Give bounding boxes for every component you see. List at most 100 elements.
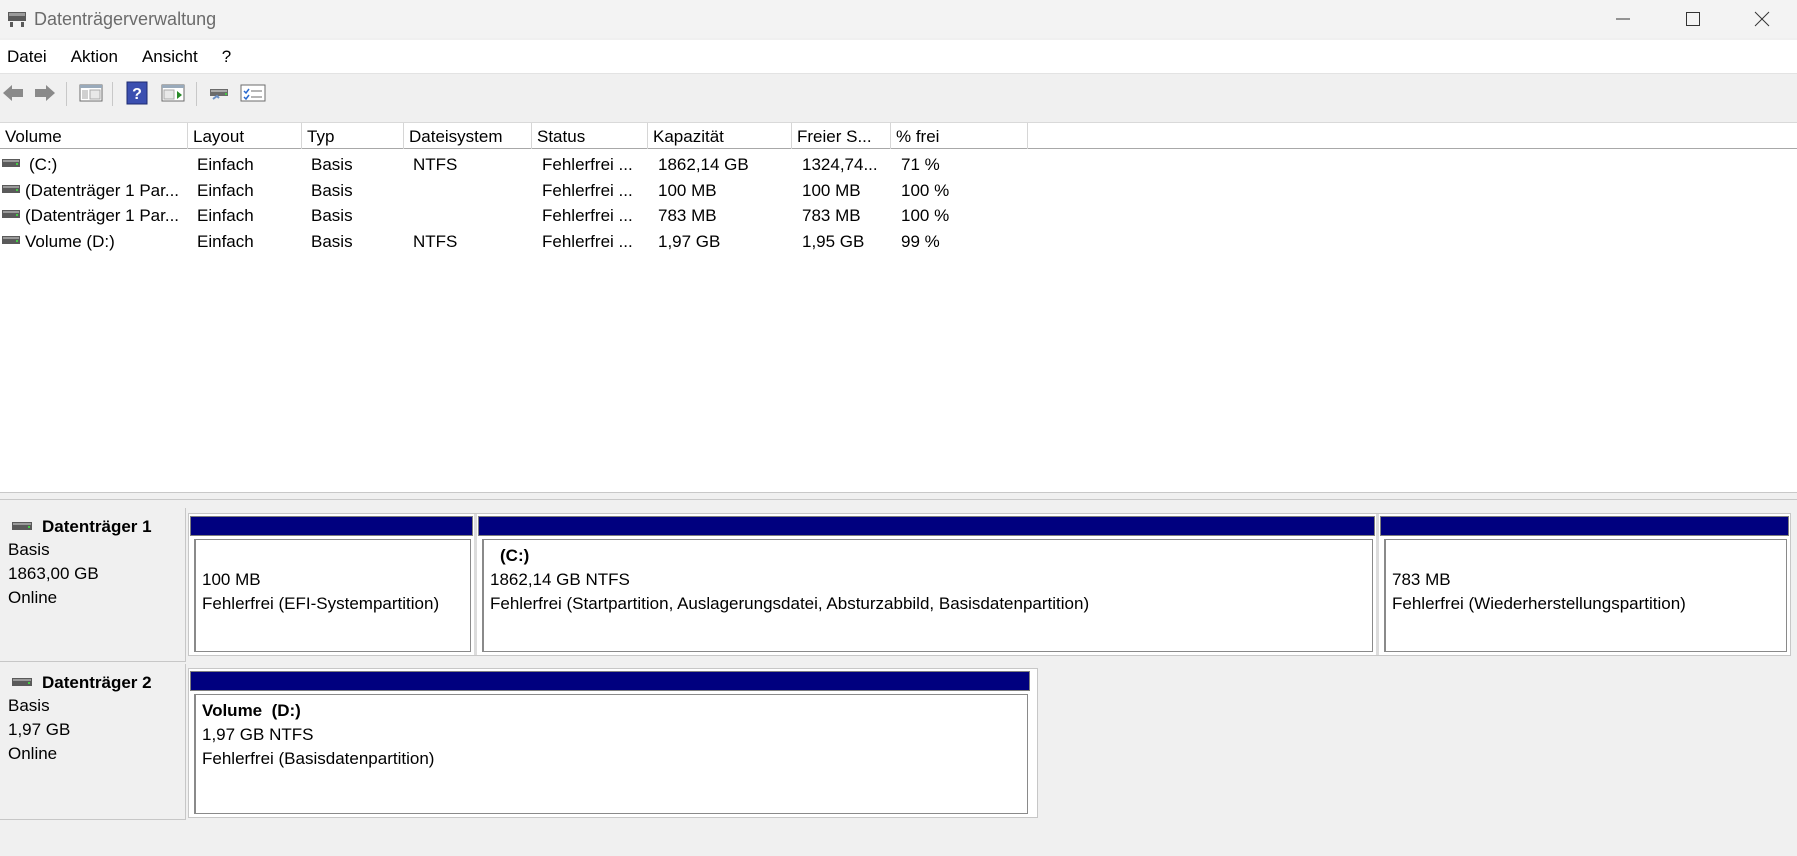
properties-icon (240, 84, 266, 102)
cell-typ: Basis (311, 155, 353, 174)
svg-text:?: ? (132, 86, 142, 103)
partition-box: (C:) 1862,14 GB NTFS Fehlerfrei (Startpa… (482, 539, 1373, 652)
disk-2-name: Datenträger 2 (8, 672, 185, 694)
partition-size: 100 MB (202, 570, 261, 589)
partition-box: Volume (D:) 1,97 GB NTFS Fehlerfrei (Bas… (194, 694, 1028, 814)
disk-1-name: Datenträger 1 (8, 516, 185, 538)
column-header-kapazitaet[interactable]: Kapazität (648, 123, 792, 149)
cell-prozent-frei: 99 % (901, 232, 940, 251)
cell-kapazitaet: 100 MB (658, 181, 717, 200)
table-row[interactable]: (C:) Einfach Basis NTFS Fehlerfrei ... 1… (0, 152, 1797, 177)
column-header-volume[interactable]: Volume (0, 123, 188, 149)
cell-status: Fehlerfrei ... (542, 206, 633, 225)
partition-size: 783 MB (1392, 570, 1451, 589)
cell-typ: Basis (311, 181, 353, 200)
partition-status: Fehlerfrei (Startpartition, Auslagerungs… (490, 594, 1090, 613)
pane-splitter[interactable] (0, 492, 1797, 500)
disk-2-name-text: Datenträger 2 (42, 673, 152, 692)
disk-2-type: Basis (8, 696, 50, 715)
action-pane-button[interactable] (160, 80, 186, 106)
partition-bar (1380, 516, 1789, 536)
disk-icon (12, 678, 32, 686)
disk-1-label[interactable]: Datenträger 1 Basis 1863,00 GB Online (0, 508, 186, 662)
partition-bar (190, 516, 473, 536)
partition-box: 100 MB Fehlerfrei (EFI-Systempartition) (194, 539, 471, 652)
cell-prozent-frei: 100 % (901, 181, 950, 200)
partition-box: 783 MB Fehlerfrei (Wiederherstellungspar… (1384, 539, 1787, 652)
cell-prozent-frei: 100 % (901, 206, 950, 225)
console-tree-button[interactable] (78, 80, 104, 106)
help-icon: ? (126, 81, 148, 105)
help-button[interactable]: ? (124, 80, 150, 106)
cell-layout: Einfach (197, 181, 254, 200)
disk-2-partitions: Volume (D:) 1,97 GB NTFS Fehlerfrei (Bas… (188, 668, 1038, 818)
menu-ansicht[interactable]: Ansicht (134, 47, 206, 67)
back-button[interactable] (0, 80, 26, 106)
partition-status: Fehlerfrei (EFI-Systempartition) (202, 594, 440, 613)
partition-efi[interactable]: 100 MB Fehlerfrei (EFI-Systempartition) (189, 514, 474, 655)
partition-bar (478, 516, 1375, 536)
disk-2-size: 1,97 GB (8, 720, 71, 739)
partition-status: Fehlerfrei (Basisdatenpartition) (202, 749, 435, 768)
maximize-button[interactable] (1658, 0, 1728, 38)
cell-freier-speicher: 783 MB (802, 206, 861, 225)
forward-arrow-icon (35, 85, 55, 101)
menu-datei[interactable]: Datei (0, 47, 55, 67)
column-header-layout[interactable]: Layout (188, 123, 302, 149)
console-tree-icon (79, 84, 103, 102)
table-row[interactable]: Volume (D:) Einfach Basis NTFS Fehlerfre… (0, 229, 1797, 254)
table-row[interactable]: (Datenträger 1 Par... Einfach Basis Fehl… (0, 203, 1797, 228)
close-icon (1754, 11, 1770, 27)
disk-management-app-icon (8, 12, 26, 27)
disk-1-status: Online (8, 588, 58, 607)
disk-icon (12, 522, 32, 530)
cell-status: Fehlerfrei ... (542, 181, 633, 200)
toolbar-separator (196, 82, 197, 106)
disk-list-icon (210, 89, 228, 100)
cell-typ: Basis (311, 206, 353, 225)
volume-list-header: Volume Layout Typ Dateisystem Status Kap… (0, 123, 1797, 149)
table-row[interactable]: (Datenträger 1 Par... Einfach Basis Fehl… (0, 178, 1797, 203)
connect-disk-button[interactable] (206, 80, 232, 106)
column-header-dateisystem[interactable]: Dateisystem (404, 123, 532, 149)
properties-button[interactable] (240, 80, 266, 106)
toolbar: ? (0, 76, 1797, 110)
volume-list[interactable]: Volume Layout Typ Dateisystem Status Kap… (0, 122, 1797, 492)
cell-volume: (C:) (29, 155, 58, 174)
title-bar: Datenträgerverwaltung (0, 0, 1797, 38)
toolbar-separator (112, 82, 113, 106)
partition-recovery[interactable]: 783 MB Fehlerfrei (Wiederherstellungspar… (1379, 514, 1790, 655)
disk-2-status: Online (8, 744, 58, 763)
cell-volume: (Datenträger 1 Par... (25, 206, 180, 225)
partition-title (1392, 544, 1786, 568)
menu-aktion[interactable]: Aktion (63, 47, 126, 67)
disk-1-size: 1863,00 GB (8, 564, 99, 583)
column-header-status[interactable]: Status (532, 123, 648, 149)
close-button[interactable] (1727, 0, 1797, 38)
forward-button[interactable] (32, 80, 58, 106)
minimize-button[interactable] (1588, 0, 1658, 38)
column-header-freier-speicher[interactable]: Freier S... (792, 123, 891, 149)
column-header-prozent-frei[interactable]: % frei (891, 123, 1028, 149)
cell-freier-speicher: 1324,74... (802, 155, 878, 174)
minimize-icon (1616, 18, 1630, 20)
disk-2-label[interactable]: Datenträger 2 Basis 1,97 GB Online (0, 664, 186, 820)
window-title: Datenträgerverwaltung (34, 8, 217, 29)
cell-freier-speicher: 100 MB (802, 181, 861, 200)
menu-help[interactable]: ? (214, 47, 239, 67)
partition-c[interactable]: (C:) 1862,14 GB NTFS Fehlerfrei (Startpa… (477, 514, 1376, 655)
partition-title: (C:) (500, 546, 530, 565)
cell-volume: Volume (D:) (25, 232, 115, 251)
partition-bar (190, 671, 1030, 691)
volume-icon (2, 159, 20, 167)
cell-dateisystem: NTFS (413, 155, 458, 174)
cell-prozent-frei: 71 % (901, 155, 940, 174)
back-arrow-icon (3, 85, 23, 101)
cell-status: Fehlerfrei ... (542, 232, 633, 251)
cell-dateisystem (413, 178, 528, 203)
cell-typ: Basis (311, 232, 353, 251)
volume-icon (2, 236, 20, 244)
partition-d[interactable]: Volume (D:) 1,97 GB NTFS Fehlerfrei (Bas… (189, 669, 1031, 817)
column-header-typ[interactable]: Typ (302, 123, 404, 149)
cell-kapazitaet: 783 MB (658, 206, 717, 225)
